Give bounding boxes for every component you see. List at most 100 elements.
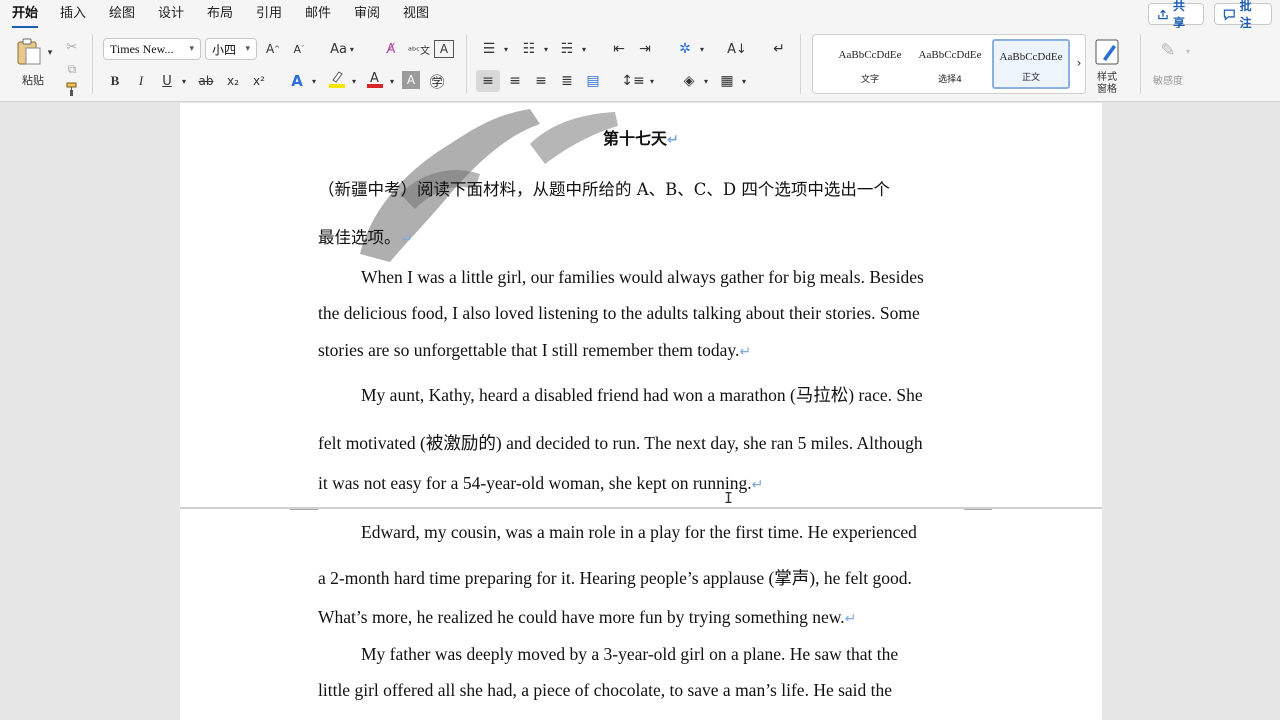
sensitivity-icon[interactable]: ✎ <box>1154 36 1182 64</box>
style-preview: AaBbCcDdEe <box>838 49 902 61</box>
font-name-combo[interactable]: Times New... ▾ <box>103 38 201 60</box>
tab-insert[interactable]: 插入 <box>60 5 86 25</box>
subscript-button[interactable]: x₂ <box>222 70 244 92</box>
tab-home[interactable]: 开始 <box>12 5 39 29</box>
character-border-icon[interactable]: A <box>434 40 454 58</box>
share-icon <box>1158 8 1168 19</box>
paste-button[interactable] <box>14 36 44 68</box>
page-corner-mark <box>290 500 318 510</box>
chevron-down-icon[interactable]: ▾ <box>386 70 398 92</box>
grow-font-button[interactable]: A ^ <box>262 38 284 60</box>
decrease-indent-icon[interactable]: ⇤ <box>608 38 630 60</box>
tab-review[interactable]: 审阅 <box>354 5 380 25</box>
styles-pane-label-line1: 样式 <box>1097 72 1117 83</box>
text-line: Edward, my cousin, was a main role in a … <box>361 522 917 542</box>
sort-icon[interactable]: A↓ <box>726 38 748 60</box>
format-painter-icon[interactable] <box>62 78 82 100</box>
text-line: the delicious food, I also loved listeni… <box>318 303 920 323</box>
document-title: 第十七天↵ <box>603 125 679 149</box>
tab-references[interactable]: 引用 <box>256 5 282 25</box>
comment-label: 批注 <box>1239 0 1252 30</box>
tab-mailings[interactable]: 邮件 <box>305 5 331 25</box>
text-line: stories are so unforgettable that I stil… <box>318 340 751 361</box>
italic-button[interactable]: I <box>130 70 152 92</box>
chevron-down-icon[interactable]: ▾ <box>308 70 320 92</box>
underline-chevron-icon[interactable]: ▾ <box>178 70 190 92</box>
page-corner-mark <box>964 500 992 510</box>
bold-button[interactable]: B <box>104 70 126 92</box>
chevron-down-icon[interactable]: ▾ <box>1182 40 1194 62</box>
toolbar-separator <box>92 34 93 94</box>
document-title-text: 第十七天 <box>603 129 668 148</box>
phonetic-guide-icon[interactable]: ᵃᵇᶜ文 <box>408 38 430 60</box>
chevron-down-icon[interactable]: ▾ <box>738 70 750 92</box>
tab-draw[interactable]: 绘图 <box>109 5 135 25</box>
chevron-down-icon[interactable]: ▾ <box>348 70 360 92</box>
chevron-down-icon[interactable]: ▾ <box>578 38 590 60</box>
align-center-icon[interactable]: ≡ <box>504 70 526 92</box>
clipboard-icon <box>17 38 41 65</box>
underline-button[interactable]: U <box>156 70 178 92</box>
multilevel-list-icon[interactable]: ☵ <box>556 38 578 60</box>
highlight-icon[interactable] <box>326 68 348 90</box>
style-preview: AaBbCcDdEe <box>918 49 982 61</box>
toolbar-separator <box>466 34 467 94</box>
strikethrough-button[interactable]: ab <box>194 70 218 92</box>
enclose-characters-icon[interactable]: ㊫ <box>426 70 448 92</box>
chevron-down-icon[interactable]: ▾ <box>646 70 658 92</box>
chevron-down-icon[interactable]: ▾ <box>700 70 712 92</box>
superscript-button[interactable]: x² <box>248 70 270 92</box>
increase-indent-icon[interactable]: ⇥ <box>634 38 656 60</box>
copy-icon[interactable]: ⧉ <box>62 58 82 80</box>
shading-icon[interactable]: ◈ <box>678 70 700 92</box>
text-line: felt motivated (被激励的) and decided to run… <box>318 433 923 453</box>
style-name: 文字 <box>860 75 879 85</box>
text-line-text: What’s more, he realized he could have m… <box>318 607 845 627</box>
comment-button[interactable]: 批注 <box>1214 0 1272 30</box>
distributed-icon[interactable]: ▤ <box>582 70 604 92</box>
line-spacing-icon[interactable]: ↕≡ <box>621 70 644 92</box>
clear-formatting-icon[interactable]: A̸ <box>380 38 402 60</box>
asian-layout-icon[interactable]: ✲ <box>674 38 696 60</box>
style-item-text[interactable]: AaBbCcDdEe 文字 <box>833 39 907 89</box>
borders-icon[interactable]: ▦ <box>716 70 738 92</box>
justify-icon[interactable]: ≣ <box>556 70 578 92</box>
chevron-down-icon[interactable]: ▾ <box>696 38 708 60</box>
text-line: little girl offered all she had, a piece… <box>318 680 893 700</box>
font-color-icon[interactable]: A <box>364 68 386 90</box>
paragraph-mark: ↵ <box>844 612 857 627</box>
style-item-select4[interactable]: AaBbCcDdEe 选择4 <box>913 39 987 89</box>
tab-design[interactable]: 设计 <box>158 5 184 25</box>
chevron-down-icon[interactable]: ▾ <box>540 38 552 60</box>
intro-line: （新疆中考）阅读下面材料，从题中所给的 A、B、C、D 四个选项中选出一个 <box>318 180 890 199</box>
style-name: 选择4 <box>938 75 962 85</box>
text-line: My aunt, Kathy, heard a disabled friend … <box>361 385 923 405</box>
text-line-text: stories are so unforgettable that I stil… <box>318 340 740 360</box>
style-item-normal[interactable]: AaBbCcDdEe 正文 <box>992 39 1070 89</box>
styles-pane-button[interactable] <box>1092 36 1124 68</box>
bullets-icon[interactable]: ☰ <box>478 38 500 60</box>
character-shading-icon[interactable]: A <box>402 71 420 89</box>
change-case-label: Aa <box>330 41 347 57</box>
numbering-icon[interactable]: ☷ <box>518 38 540 60</box>
style-name: 正文 <box>1021 73 1040 83</box>
chevron-down-icon[interactable]: ▾ <box>500 38 512 60</box>
text-line: What’s more, he realized he could have m… <box>318 607 856 628</box>
font-size-combo[interactable]: 小四 ▾ <box>205 38 257 60</box>
tab-view[interactable]: 视图 <box>403 5 429 25</box>
cut-icon[interactable]: ✂ <box>62 36 82 58</box>
styles-more-chevron-icon[interactable]: › <box>1072 52 1086 74</box>
align-left-icon[interactable]: ≡ <box>476 70 500 92</box>
show-formatting-marks-icon[interactable]: ↵ <box>768 38 790 60</box>
shrink-font-button[interactable]: Aˇ <box>288 38 310 60</box>
text-line: a 2-month hard time preparing for it. He… <box>318 568 912 588</box>
share-button[interactable]: 共享 <box>1148 0 1204 30</box>
paste-options-chevron-icon[interactable]: ▾ <box>44 42 56 64</box>
paragraph-mark: ↵ <box>667 132 679 148</box>
align-right-icon[interactable]: ≡ <box>530 70 552 92</box>
styles-pane-icon <box>1095 39 1119 65</box>
tab-layout[interactable]: 布局 <box>207 5 233 25</box>
change-case-button[interactable]: Aa ▾ <box>328 38 356 60</box>
styles-pane-label: 样式 窗格 <box>1097 72 1117 96</box>
text-effects-icon[interactable]: A <box>286 70 308 92</box>
